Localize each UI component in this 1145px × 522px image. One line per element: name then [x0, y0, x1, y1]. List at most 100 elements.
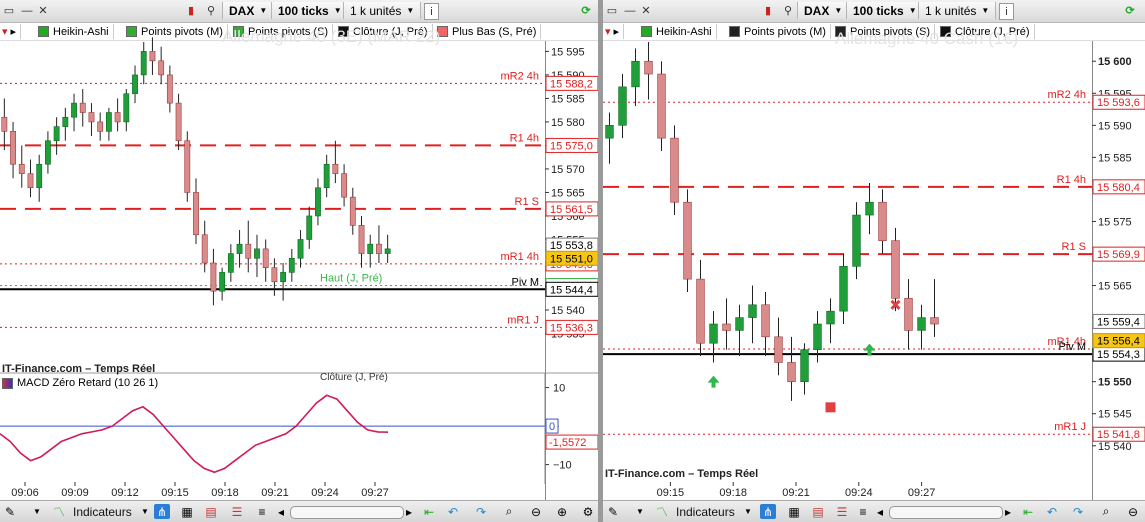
menu-icon[interactable]: ≡ — [857, 504, 869, 519]
candle-body — [166, 74, 173, 104]
indicators-button[interactable]: Indicateurs — [676, 504, 735, 519]
x-tick-label: 09:27 — [908, 487, 936, 499]
chevron-down-icon[interactable]: ▼ — [140, 504, 150, 519]
candle-body — [306, 215, 313, 240]
grid-icon[interactable]: ▦ — [180, 504, 194, 519]
candle-body — [158, 60, 165, 76]
candle-body — [748, 304, 757, 318]
data-source-label: IT-Finance.com – Temps Réel — [2, 363, 156, 375]
scroll-right-icon[interactable]: ▸ — [404, 504, 414, 519]
scroll-left-icon[interactable]: ◂ — [276, 504, 286, 519]
pencil-icon[interactable]: ✎ — [605, 504, 621, 519]
pivot-level-name: mR1 4h — [500, 251, 539, 263]
x-tick-label: 09:21 — [782, 487, 810, 499]
x-tick-label: 09:18 — [211, 487, 239, 499]
candle-body — [184, 140, 191, 193]
candle-body — [891, 240, 900, 299]
share-icon[interactable]: ⋔ — [760, 504, 776, 519]
menu-icon[interactable]: ≡ — [256, 504, 268, 519]
candle-body — [657, 73, 666, 139]
undo-icon[interactable]: ↶ — [446, 504, 460, 519]
candle-body — [262, 248, 269, 268]
indicators-icon[interactable]: 〽 — [48, 504, 70, 519]
candle-body — [36, 163, 43, 189]
candle-body — [878, 201, 887, 241]
pivot-level-value: 15 593,6 — [1097, 97, 1140, 109]
macd-header: MACD Zéro Retard (10 26 1) — [2, 377, 158, 389]
scroll-right-icon[interactable]: ▸ — [1003, 504, 1013, 519]
x-tick-label: 09:09 — [61, 487, 89, 499]
x-tick-label: 09:21 — [261, 487, 289, 499]
y-tick-label: 15 585 — [551, 93, 585, 105]
candle-body — [288, 257, 295, 273]
go-start-icon[interactable]: ⇤ — [420, 504, 438, 519]
pivot-level-name: Haut (J, Pré) — [320, 273, 382, 285]
candle-body — [1, 116, 8, 132]
pivot-level-value: 15 569,9 — [1097, 249, 1140, 261]
grid-icon[interactable]: ▦ — [787, 504, 801, 519]
candle-body — [123, 93, 130, 123]
pivot-level-value: 15 544,4 — [550, 284, 593, 296]
candle-body — [813, 323, 822, 350]
x-tick-label: 09:24 — [311, 487, 339, 499]
candle-body — [44, 140, 51, 165]
candle-body — [271, 267, 278, 283]
pivot-level-value: 15 536,3 — [550, 322, 593, 334]
horizontal-scrollbar[interactable] — [290, 506, 404, 519]
share-icon[interactable]: ⋔ — [154, 504, 170, 519]
settings-icon[interactable]: ⚙ — [580, 504, 596, 519]
horizontal-scrollbar[interactable] — [889, 506, 1003, 519]
zoom-fit-icon[interactable]: ⌕ — [1097, 504, 1115, 519]
y-tick-label: 15 585 — [1098, 152, 1132, 164]
candle-body — [917, 317, 926, 331]
candle-body — [376, 243, 382, 254]
zoom-out-icon[interactable]: ⊖ — [528, 504, 544, 519]
candle-body — [315, 187, 321, 217]
chevron-down-icon[interactable]: ▼ — [635, 504, 645, 519]
buy-signal-arrow — [707, 375, 720, 388]
zoom-fit-icon[interactable]: ⌕ — [500, 504, 518, 519]
calendar-icon[interactable]: ▤ — [204, 504, 218, 519]
candle-body — [904, 298, 913, 331]
zoom-out-icon[interactable]: ⊖ — [1125, 504, 1141, 519]
x-tick-label: 09:18 — [719, 487, 747, 499]
candle-body — [605, 125, 614, 139]
macd-value: -1,5572 — [549, 437, 586, 449]
indicators-button[interactable]: Indicateurs — [73, 504, 132, 519]
right-bottom-bar: ✎ ▼ 〽 Indicateurs ▼ ⋔ ▦ ▤ ☰ ≡ ◂ ▸ ⇤ ↶ ↷ … — [603, 500, 1145, 522]
candle-body — [71, 102, 77, 118]
list-icon[interactable]: ☰ — [835, 504, 849, 519]
go-start-icon[interactable]: ⇤ — [1019, 504, 1037, 519]
candle-body — [332, 163, 339, 174]
zoom-in-icon[interactable]: ⊕ — [554, 504, 570, 519]
redo-icon[interactable]: ↷ — [1071, 504, 1085, 519]
candle-body — [323, 163, 330, 189]
left-bottom-bar: ✎ ▼ 〽 Indicateurs ▼ ⋔ ▦ ▤ ☰ ≡ ◂ ▸ ⇤ ↶ ↷ … — [0, 500, 598, 522]
candle-body — [761, 304, 770, 338]
right-chart-svg: 15 54015 54515 55015 55515 56015 56515 5… — [603, 42, 1145, 499]
undo-icon[interactable]: ↶ — [1045, 504, 1059, 519]
candle-body — [62, 116, 69, 127]
indicators-icon[interactable]: 〽 — [651, 504, 673, 519]
candle-body — [367, 243, 374, 254]
candle-body — [105, 112, 112, 132]
macd-y-tick-label: −10 — [553, 460, 572, 472]
calendar-icon[interactable]: ▤ — [811, 504, 825, 519]
chevron-down-icon[interactable]: ▼ — [32, 504, 42, 519]
candle-body — [670, 137, 679, 203]
y-tick-label: 15 590 — [1098, 120, 1132, 132]
last-price-value: 15 559,4 — [1097, 316, 1140, 328]
candle-body — [735, 317, 744, 331]
redo-icon[interactable]: ↷ — [474, 504, 488, 519]
candle-body — [140, 51, 147, 76]
candle-body — [722, 323, 731, 331]
chevron-down-icon[interactable]: ▼ — [743, 504, 753, 519]
candle-body — [210, 262, 217, 292]
pencil-icon[interactable]: ✎ — [2, 504, 18, 519]
pivot-level-name: mR2 4h — [500, 70, 539, 82]
scroll-left-icon[interactable]: ◂ — [875, 504, 885, 519]
list-icon[interactable]: ☰ — [230, 504, 244, 519]
macd-zero-value: 0 — [549, 421, 555, 433]
pivot-level-value: 15 561,5 — [550, 204, 593, 216]
y-tick-label: 15 600 — [1098, 56, 1132, 68]
